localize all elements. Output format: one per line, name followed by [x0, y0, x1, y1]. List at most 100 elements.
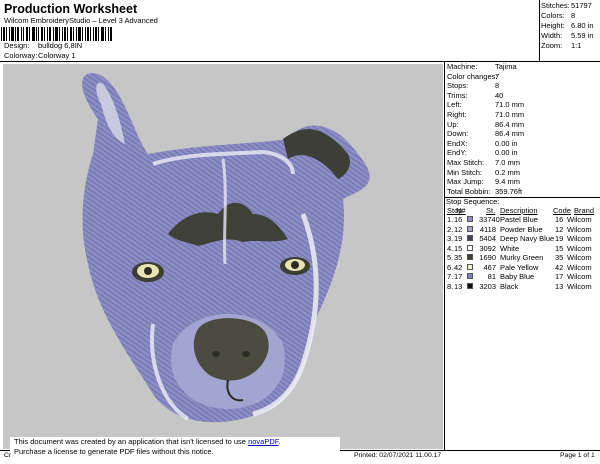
cell-stop: 7.: [447, 272, 454, 281]
cell-brand: Wilcom: [567, 215, 592, 224]
color-swatch: [467, 282, 473, 289]
page-title: Production Worksheet: [4, 2, 138, 16]
prop-value: 86.4 mm: [495, 119, 525, 129]
cell-stop: 6.: [447, 262, 454, 272]
cell-brand: Wilcom: [567, 262, 592, 272]
barcode-image: [1, 27, 112, 41]
cell-code: 12: [555, 224, 564, 234]
cell-description: Pale Yellow: [500, 262, 539, 272]
cell-brand: Wilcom: [567, 234, 592, 243]
design-label: Design:: [4, 41, 30, 50]
cell-description: Murky Green: [500, 253, 544, 262]
cell-brand: Wilcom: [567, 281, 592, 291]
cell-code: 19: [555, 234, 564, 243]
cell-brand: Wilcom: [567, 224, 592, 234]
page-footer: Cr Printed: 02/07/2021 11.00.17 Page 1 o…: [4, 452, 600, 462]
design-value: bulldog 6,8IN: [38, 41, 83, 50]
notice-text: This document was created by an applicat…: [14, 437, 246, 446]
cell-n: 35: [454, 253, 463, 262]
cell-description: Powder Blue: [500, 224, 543, 234]
machine-properties: Machine: Tajima Color changes:7 Stops: 8 T…: [447, 62, 599, 197]
page-number: Page 1 of 1: [560, 452, 595, 459]
colorway-label: Colorway:: [4, 51, 38, 60]
prop-value: 7.0 mm: [495, 157, 521, 167]
cell-st: 467: [483, 262, 496, 272]
cell-n: 42: [454, 262, 463, 272]
prop-label: Stops:: [447, 81, 469, 91]
summary-zoom: Zoom: 1:1: [541, 41, 582, 50]
prop-label: EndY:: [447, 148, 468, 158]
prop-label: Machine:: [447, 62, 478, 71]
prop-label: Up:: [447, 119, 459, 129]
prop-value: 8: [495, 81, 500, 91]
prop-value: 71.0 mm: [495, 109, 525, 119]
cell-st: 4118: [479, 224, 496, 234]
cell-code: 17: [555, 272, 564, 281]
footer-left: Cr: [4, 452, 12, 459]
cell-n: 13: [454, 281, 463, 291]
cell-stop: 3.: [447, 234, 454, 243]
prop-label: Min Stitch:: [447, 167, 483, 177]
cell-code: 35: [555, 253, 564, 262]
cell-description: Baby Blue: [500, 272, 535, 281]
color-swatch: [467, 273, 473, 279]
panel-divider: [444, 61, 445, 451]
cell-code: 16: [555, 215, 564, 224]
cell-code: 15: [555, 243, 564, 253]
cell-n: 17: [454, 272, 463, 281]
cell-code: 42: [555, 262, 564, 272]
prop-value: 7: [495, 71, 500, 81]
prop-label: Right:: [447, 109, 467, 119]
cell-stop: 4.: [447, 243, 454, 253]
cell-description: Deep Navy Blue: [500, 234, 555, 243]
cell-description: Pastel Blue: [500, 215, 538, 224]
prop-value: 9.4 mm: [495, 177, 521, 187]
prop-label: Color changes:: [447, 71, 498, 81]
prop-label: Trims:: [447, 90, 468, 100]
summary-divider: [539, 0, 540, 62]
colorway-row: Colorway:Colorway 1: [4, 51, 76, 61]
prop-value: 86.4 mm: [495, 129, 525, 139]
cell-stop: 1.: [447, 215, 454, 224]
prop-label: Max Jump:: [447, 177, 484, 187]
cell-brand: Wilcom: [567, 243, 592, 253]
prop-label: EndX:: [447, 138, 468, 148]
cell-stop: 2.: [447, 224, 454, 234]
worksheet-header: Production Worksheet Wilcom EmbroiderySt…: [4, 2, 344, 26]
design-summary: Stitches:51797 Colors: 8 Height: 6.80 in W…: [541, 1, 599, 52]
cell-n: 12: [454, 224, 463, 234]
table-row: 8. 13 3203 Black 13 Wilcom: [446, 281, 599, 293]
cell-st: 1690: [479, 253, 496, 262]
cell-description: White: [500, 243, 520, 253]
prop-value: 359.76ft: [495, 186, 523, 196]
color-swatch: [467, 244, 473, 251]
prop-value: Tajima: [495, 62, 517, 71]
cell-n: 19: [454, 234, 463, 243]
prop-label: Down:: [447, 129, 469, 139]
software-subtitle: Wilcom EmbroideryStudio – Level 3 Advanc…: [4, 16, 158, 25]
cell-stop: 8.: [447, 281, 454, 291]
prop-label: Max Stitch:: [447, 157, 485, 167]
design-name-row: Design: bulldog 6,8IN: [4, 41, 83, 51]
color-swatch: [467, 216, 473, 222]
prop-value: 0.00 in: [495, 148, 518, 158]
cell-description: Black: [500, 281, 519, 291]
cell-brand: Wilcom: [567, 272, 592, 281]
cell-st: 3092: [479, 243, 496, 253]
novapdf-link[interactable]: novaPDF: [248, 437, 278, 446]
prop-value: 0.00 in: [495, 138, 518, 148]
cell-n: 16: [454, 215, 463, 224]
prop-label: Total Bobbin:: [447, 186, 491, 196]
design-preview: [3, 64, 443, 449]
prop-value: 0.2 mm: [495, 167, 521, 177]
cell-st: 3203: [479, 281, 496, 291]
cell-code: 13: [555, 281, 564, 291]
cell-stop: 5.: [447, 253, 454, 262]
color-swatch: [467, 235, 473, 241]
prop-value: 40: [495, 90, 504, 100]
printed-timestamp: Printed: 02/07/2021 11.00.17: [354, 452, 442, 459]
color-swatch: [467, 263, 473, 270]
cell-st: 81: [487, 272, 496, 281]
cell-st: 33740: [479, 215, 500, 224]
stop-sequence-table: Stop Sequence: Stop N# St. Description C…: [446, 197, 599, 293]
